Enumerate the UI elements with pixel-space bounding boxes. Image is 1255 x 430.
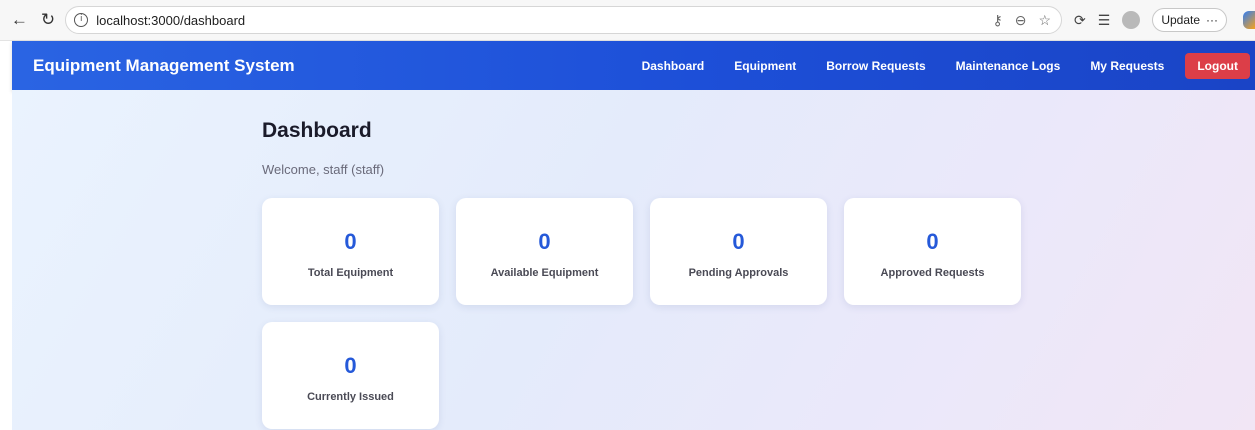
app-title: Equipment Management System xyxy=(33,55,295,75)
dashboard-content: Dashboard Welcome, staff (staff) 0 Total… xyxy=(12,90,1255,430)
star-icon[interactable]: ☆ xyxy=(1038,12,1051,29)
welcome-text: Welcome, staff (staff) xyxy=(262,162,385,177)
nav-equipment[interactable]: Equipment xyxy=(734,59,796,73)
stat-value: 0 xyxy=(538,229,551,254)
page-title: Dashboard xyxy=(262,119,372,142)
info-icon[interactable]: i xyxy=(74,13,89,27)
stat-label: Available Equipment xyxy=(490,267,599,279)
stat-card-available-equipment: 0 Available Equipment xyxy=(456,198,633,305)
stat-card-approved-requests: 0 Approved Requests xyxy=(844,198,1021,305)
extensions-icon[interactable]: ⟳ xyxy=(1074,12,1086,29)
stat-label: Approved Requests xyxy=(880,267,985,279)
main-nav: Dashboard Equipment Borrow Requests Main… xyxy=(642,52,1250,79)
url-text[interactable]: localhost:3000/dashboard xyxy=(96,13,245,28)
favorites-icon[interactable]: ☰ xyxy=(1098,12,1111,29)
update-label: Update xyxy=(1161,13,1201,27)
nav-maintenance-logs[interactable]: Maintenance Logs xyxy=(956,59,1061,73)
stat-value: 0 xyxy=(344,229,357,254)
app-header: Equipment Management System Dashboard Eq… xyxy=(12,41,1255,90)
more-icon: ··· xyxy=(1206,13,1219,27)
stat-value: 0 xyxy=(344,353,357,378)
reload-icon[interactable]: ↻ xyxy=(37,8,60,32)
stat-value: 0 xyxy=(926,229,939,254)
stat-card-currently-issued: 0 Currently Issued xyxy=(262,322,439,429)
copilot-icon[interactable] xyxy=(1243,11,1255,29)
stat-label: Total Equipment xyxy=(307,267,394,279)
stat-label: Pending Approvals xyxy=(688,267,789,279)
update-button[interactable]: Update ··· xyxy=(1152,8,1228,32)
nav-my-requests[interactable]: My Requests xyxy=(1090,59,1164,73)
nav-borrow-requests[interactable]: Borrow Requests xyxy=(826,59,925,73)
browser-toolbar: ← ↻ i localhost:3000/dashboard ⚷ ⊖ ☆ ⟳ ☰… xyxy=(0,0,1255,41)
stat-value: 0 xyxy=(732,229,745,254)
stat-card-total-equipment: 0 Total Equipment xyxy=(262,198,439,305)
address-bar[interactable]: i localhost:3000/dashboard ⚷ ⊖ ☆ xyxy=(65,6,1063,34)
key-icon[interactable]: ⚷ xyxy=(992,12,1002,29)
page-margin xyxy=(0,41,12,430)
stat-card-pending-approvals: 0 Pending Approvals xyxy=(650,198,827,305)
stat-label: Currently Issued xyxy=(307,391,394,403)
logout-button[interactable]: Logout xyxy=(1185,52,1250,79)
profile-avatar-icon[interactable] xyxy=(1122,11,1141,29)
nav-dashboard[interactable]: Dashboard xyxy=(642,59,705,73)
zoom-icon[interactable]: ⊖ xyxy=(1015,12,1027,29)
back-arrow-icon[interactable]: ← xyxy=(8,8,31,32)
